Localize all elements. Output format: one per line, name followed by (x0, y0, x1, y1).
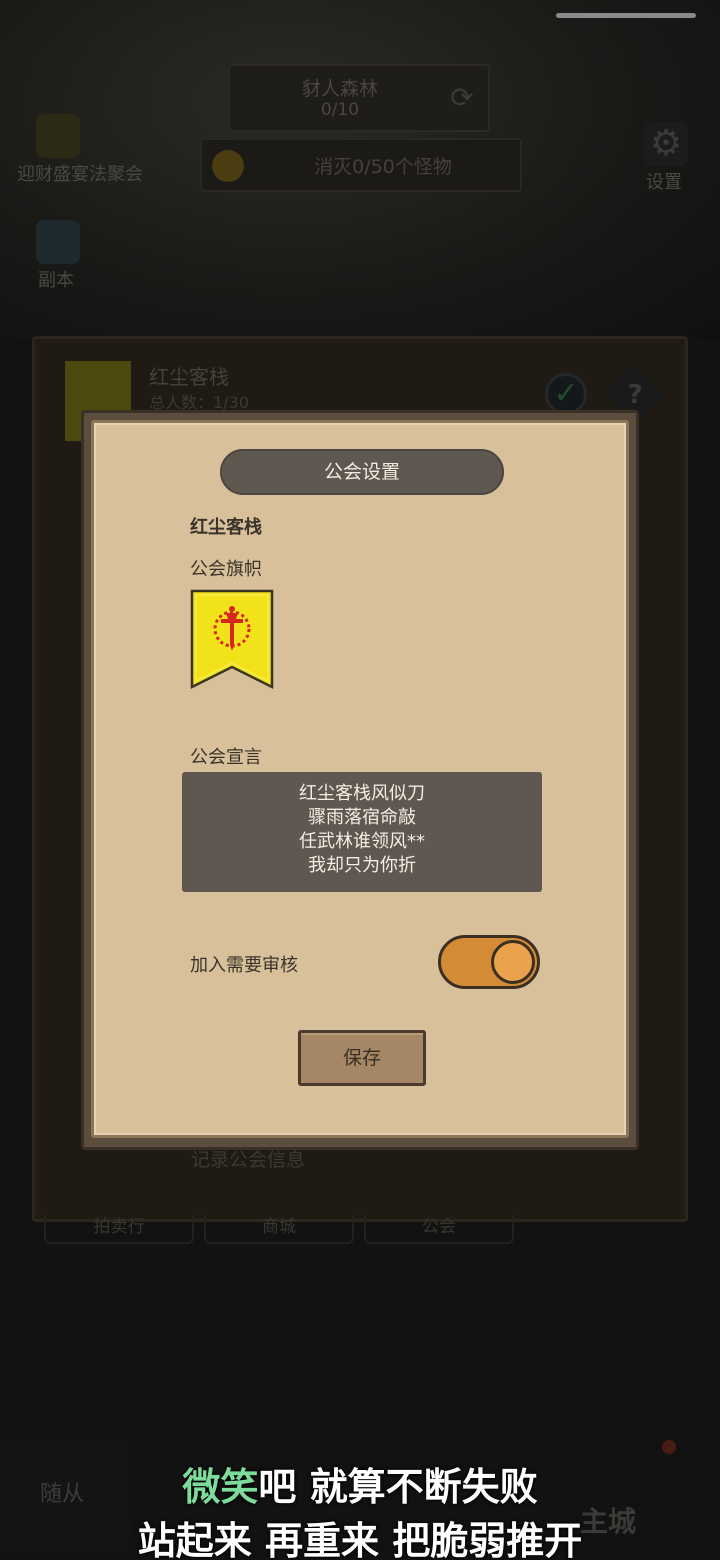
dungeon-label: 副本 (38, 270, 74, 291)
settings-label: 设置 (646, 172, 682, 193)
settings-button: ⚙ 设置 (624, 118, 704, 198)
check-icon: ✓ (545, 373, 587, 415)
star-icon (36, 114, 80, 158)
manifesto-line: 骤雨落宿命敲 (308, 807, 416, 828)
save-button-label: 保存 (342, 1047, 381, 1069)
manifesto-label: 公会宣言 (190, 747, 262, 768)
quest-progress: 0/10 (320, 100, 360, 120)
quest-panel: 豺人森林 0/10 ⟳ (228, 64, 490, 132)
flag-banner-icon (190, 589, 274, 690)
save-button[interactable]: 保存 (298, 1030, 426, 1086)
dialog-title-bar: 公会设置 (220, 449, 504, 495)
guild-name-background: 红尘客栈 (149, 365, 229, 389)
review-required-label: 加入需要审核 (190, 955, 298, 976)
task-panel: 消灭0/50个怪物 (200, 138, 522, 192)
tab-guild: 公会 (364, 1214, 514, 1244)
guild-flag[interactable] (190, 589, 274, 691)
manifesto-line: 我却只为你折 (308, 855, 416, 876)
bottom-tabs: 拍卖行 商城 公会 (44, 1214, 524, 1246)
subtitle-line-1-rest: 吧 就算不断失败 (258, 1465, 538, 1509)
event-button: 迎财盛宴法聚会 (0, 110, 160, 190)
tab-shop: 商城 (204, 1214, 354, 1244)
dungeon-button: 副本 (16, 216, 96, 296)
door-icon (36, 220, 80, 264)
notification-badge (662, 1440, 676, 1454)
task-text: 消灭0/50个怪物 (314, 156, 452, 178)
event-label: 迎财盛宴法聚会 (17, 164, 143, 185)
gear-icon: ⚙ (644, 122, 688, 166)
subtitle-highlight: 微笑 (182, 1465, 259, 1509)
flag-label: 公会旗帜 (190, 559, 262, 580)
tab-auction: 拍卖行 (44, 1214, 194, 1244)
subtitle-line-2: 站起来 再重来 把脆弱推开 (137, 1519, 583, 1560)
coin-icon (212, 150, 244, 182)
manifesto-textarea[interactable]: 红尘客栈风似刀 骤雨落宿命敲 任武林谁领风** 我却只为你折 (182, 772, 542, 892)
guild-settings-dialog: 公会设置 红尘客栈 公会旗帜 公会宣言 红尘客栈风似刀 骤雨落宿命敲 任武林谁领… (91, 420, 629, 1138)
refresh-icon: ⟳ (450, 81, 474, 114)
manifesto-line: 红尘客栈风似刀 (299, 783, 425, 804)
subtitle-line-1: 微笑吧 就算不断失败 (0, 1456, 720, 1511)
manifesto-line: 任武林谁领风** (299, 831, 425, 852)
toggle-knob (491, 940, 535, 984)
guild-name: 红尘客栈 (190, 517, 262, 538)
quest-title: 豺人森林 (301, 78, 378, 100)
gesture-bar (556, 13, 696, 18)
dialog-title: 公会设置 (323, 461, 400, 483)
review-required-toggle[interactable] (438, 935, 540, 989)
